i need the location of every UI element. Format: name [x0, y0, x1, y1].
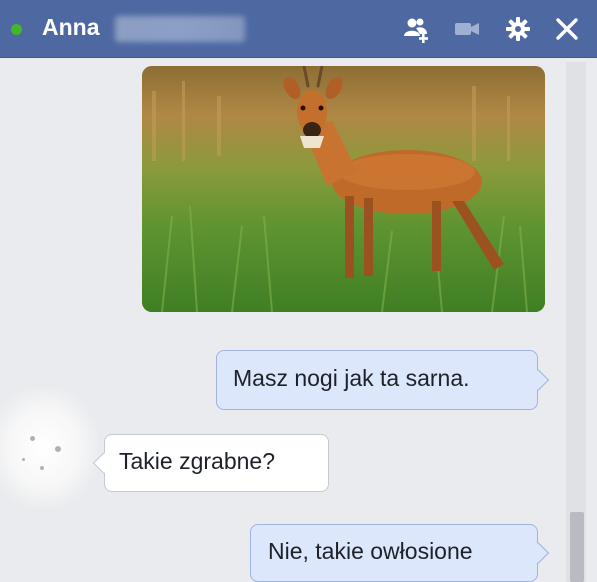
scrollbar-thumb[interactable] [570, 512, 584, 582]
contact-avatar[interactable] [0, 388, 98, 508]
redacted-surname [115, 16, 245, 42]
message-text: Masz nogi jak ta sarna. [233, 365, 470, 391]
incoming-message-bubble[interactable]: Takie zgrabne? [104, 434, 329, 492]
outgoing-message-bubble[interactable]: Nie, takie owłosione [250, 524, 538, 582]
message-text: Takie zgrabne? [119, 448, 275, 474]
scrollbar-track[interactable] [566, 62, 586, 582]
contact-name[interactable]: Anna [42, 14, 100, 41]
deer-in-grass-photo[interactable] [142, 66, 545, 312]
chat-title-bar[interactable]: Anna [0, 0, 597, 58]
settings-gear-icon[interactable] [503, 14, 533, 44]
close-icon[interactable] [552, 14, 582, 44]
online-status-icon [11, 24, 22, 35]
message-thread[interactable]: Masz nogi jak ta sarna. Takie zgrabne? N… [0, 58, 597, 582]
video-call-icon[interactable] [452, 14, 482, 44]
outgoing-message-bubble[interactable]: Masz nogi jak ta sarna. [216, 350, 538, 410]
add-people-icon[interactable] [402, 14, 432, 44]
message-text: Nie, takie owłosione [268, 538, 473, 564]
